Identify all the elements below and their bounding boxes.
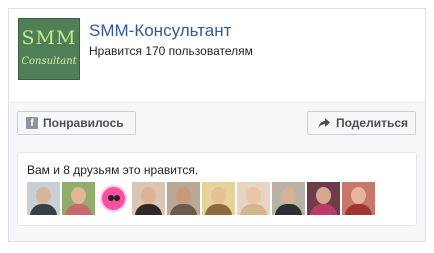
friend-avatar-2[interactable] (62, 182, 95, 215)
like-button[interactable]: f Понравилось (17, 111, 136, 135)
logo-text-top: SMM (21, 27, 77, 49)
friend-avatar-8[interactable] (272, 182, 305, 215)
friends-box: Вам и 8 друзьям это нравится. (17, 152, 417, 226)
page-logo[interactable]: SMM Consultant (18, 18, 80, 80)
friend-avatar-9[interactable] (307, 182, 340, 215)
friend-avatar-10[interactable] (342, 182, 375, 215)
friend-avatars (27, 182, 375, 216)
action-bar: f Понравилось Поделиться (9, 104, 425, 144)
friend-avatar-4[interactable] (132, 182, 165, 215)
logo-text-bottom: Consultant (21, 56, 77, 67)
share-button-label: Поделиться (336, 116, 409, 130)
friends-like-text: Вам и 8 друзьям это нравится. (27, 163, 199, 177)
share-button[interactable]: Поделиться (307, 111, 416, 135)
facebook-page-widget: SMM Consultant SMM-Консультант Нравится … (8, 8, 426, 242)
share-arrow-icon (318, 118, 330, 128)
friend-avatar-1[interactable] (27, 182, 60, 215)
friend-avatar-3[interactable] (97, 182, 130, 215)
friend-avatar-5[interactable] (167, 182, 200, 215)
likes-count: Нравится 170 пользователям (89, 44, 253, 58)
page-title[interactable]: SMM-Консультант (89, 21, 231, 41)
friend-avatar-7[interactable] (237, 182, 270, 215)
friend-avatar-6[interactable] (202, 182, 235, 215)
page-header: SMM Consultant SMM-Консультант Нравится … (9, 9, 425, 103)
facebook-icon: f (26, 117, 38, 129)
like-button-label: Понравилось (43, 116, 124, 130)
